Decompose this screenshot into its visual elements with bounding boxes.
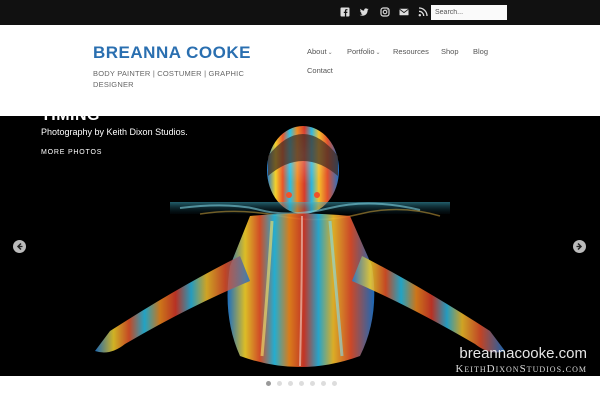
nav-portfolio-label: Portfolio (347, 47, 375, 56)
nav-contact[interactable]: Contact (307, 66, 333, 75)
slider-prev-arrow-icon[interactable] (13, 240, 26, 253)
slider-dot-2[interactable] (277, 381, 282, 386)
more-photos-link[interactable]: MORE PHOTOS (41, 149, 102, 156)
twitter-icon[interactable] (358, 6, 370, 18)
nav-about[interactable]: About⌄ (307, 47, 333, 56)
nav-about-label: About (307, 47, 327, 56)
slider-dot-6[interactable] (321, 381, 326, 386)
instagram-icon[interactable] (379, 6, 391, 18)
slider-dot-7[interactable] (332, 381, 337, 386)
top-bar (0, 0, 600, 25)
email-icon[interactable] (398, 6, 410, 18)
chevron-down-icon: ⌄ (375, 50, 381, 56)
rss-icon[interactable] (417, 6, 429, 18)
slide-caption: Photography by Keith Dixon Studios. (41, 127, 188, 137)
hero-slider: TIMING Photography by Keith Dixon Studio… (0, 116, 600, 376)
slider-dot-5[interactable] (310, 381, 315, 386)
slider-dot-3[interactable] (288, 381, 293, 386)
chevron-down-icon: ⌄ (327, 50, 333, 56)
slider-next-arrow-icon[interactable] (573, 240, 586, 253)
slide-title: TIMING (41, 116, 100, 125)
nav-blog[interactable]: Blog (473, 47, 488, 56)
site-title[interactable]: BREANNA COOKE (93, 43, 251, 63)
nav-portfolio[interactable]: Portfolio⌄ (347, 47, 381, 56)
search-input[interactable] (431, 5, 507, 20)
slider-pagination (0, 376, 600, 400)
watermark-site: breannacooke.com (459, 345, 587, 362)
facebook-icon[interactable] (339, 6, 351, 18)
site-header: BREANNA COOKE BODY PAINTER | COSTUMER | … (0, 25, 600, 116)
slider-dot-1[interactable] (266, 381, 271, 386)
watermark-studio: KeithDixonStudios.com (455, 363, 587, 375)
slider-dot-4[interactable] (299, 381, 304, 386)
site-tagline: BODY PAINTER | COSTUMER | GRAPHIC DESIGN… (93, 69, 245, 89)
nav-resources[interactable]: Resources (393, 47, 429, 56)
nav-shop[interactable]: Shop (441, 47, 459, 56)
